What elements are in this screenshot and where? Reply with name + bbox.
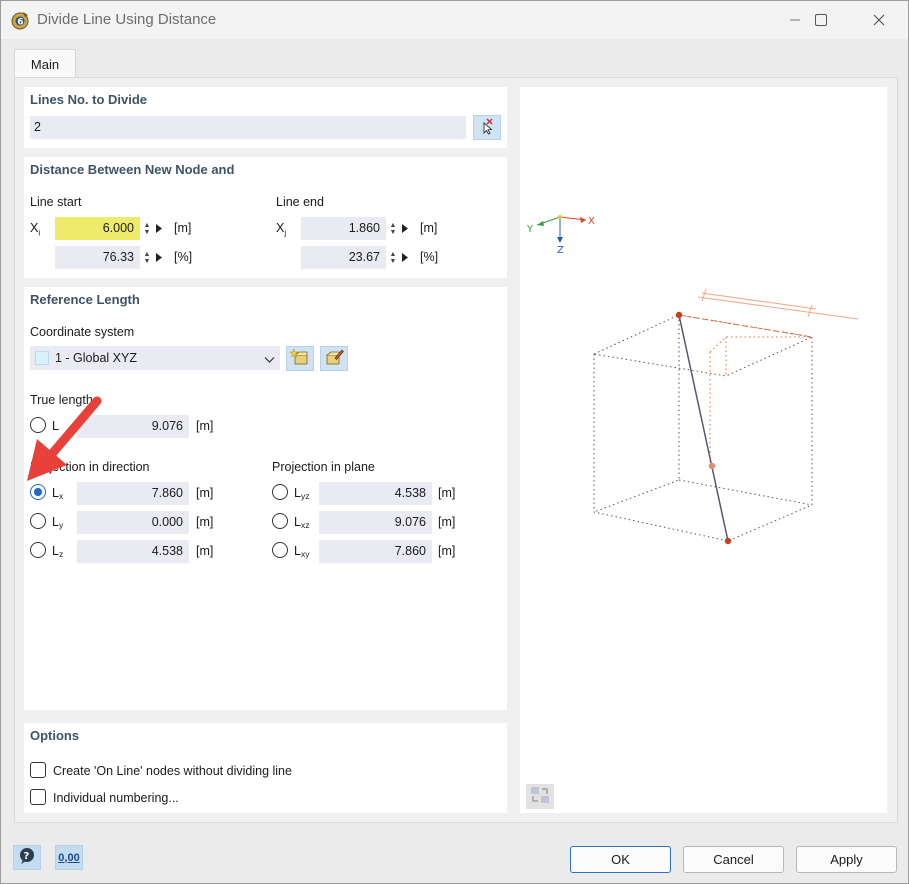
units-button[interactable]: 0,00 — [55, 845, 83, 870]
xi-arrow-right-icon[interactable] — [152, 217, 166, 240]
on-line-nodes-label: Create 'On Line' nodes without dividing … — [53, 764, 292, 778]
new-node — [708, 462, 716, 470]
xj-percent-arrow-right-icon[interactable] — [398, 246, 412, 269]
ok-button[interactable]: OK — [570, 846, 671, 873]
start-node — [675, 311, 683, 319]
lxy-radio-label: Lxy — [294, 544, 310, 559]
divided-line — [678, 314, 729, 542]
true-length-unit: [m] — [196, 419, 214, 433]
coordinate-system-value: 1 - Global XYZ — [55, 351, 137, 365]
lxy-radio[interactable] — [272, 542, 288, 558]
preview-3d-view: X Y Z — [526, 215, 859, 545]
edit-coordinate-system-button[interactable] — [320, 346, 348, 371]
xi-percent-arrow-right-icon[interactable] — [152, 246, 166, 269]
lines-panel-header: Lines No. to Divide — [30, 92, 148, 107]
xi-spinner[interactable]: ▲ ▼ — [142, 217, 152, 240]
pick-cursor-icon — [478, 117, 496, 138]
distance-panel-header: Distance Between New Node and — [30, 162, 235, 177]
xj-percent-unit: [%] — [420, 250, 439, 264]
lxy-unit: [m] — [438, 544, 456, 558]
lz-value: 4.538 — [77, 540, 189, 563]
help-button[interactable]: ? — [13, 845, 41, 870]
projection-plane-label: Projection in plane — [272, 460, 375, 474]
lx-unit: [m] — [196, 486, 214, 500]
xi-distance-input[interactable]: 6.000 — [55, 217, 140, 240]
tab-main[interactable]: Main — [14, 49, 76, 77]
xj-percent-input[interactable]: 23.67 — [301, 246, 386, 269]
lxz-unit: [m] — [438, 515, 456, 529]
pick-line-button[interactable] — [473, 115, 501, 140]
xi-percent-unit: [%] — [174, 250, 193, 264]
individual-numbering-label: Individual numbering... — [53, 791, 179, 805]
new-coordinate-system-button[interactable] — [286, 346, 314, 371]
xj-distance-input[interactable]: 1.860 — [301, 217, 386, 240]
individual-numbering-checkbox[interactable] — [30, 789, 46, 805]
view-options-icon — [530, 786, 550, 807]
close-button[interactable] — [856, 1, 902, 39]
lz-radio[interactable] — [30, 542, 46, 558]
lxz-radio[interactable] — [272, 513, 288, 529]
ly-radio[interactable] — [30, 513, 46, 529]
svg-text:Z: Z — [557, 245, 564, 256]
lyz-radio-label: Lyz — [294, 486, 310, 501]
svg-text:X: X — [588, 216, 595, 227]
lyz-unit: [m] — [438, 486, 456, 500]
svg-text:Y: Y — [526, 224, 534, 235]
help-icon: ? — [18, 847, 36, 868]
xi-unit: [m] — [174, 221, 192, 235]
edit-coordinate-system-icon — [324, 348, 344, 369]
title-bar: 6 Divide Line Using Distance — [1, 1, 908, 39]
dialog-window: 6 Divide Line Using Distance Main Lines … — [0, 0, 909, 884]
color-swatch — [35, 351, 49, 365]
lxy-value: 7.860 — [319, 540, 432, 563]
on-line-nodes-checkbox[interactable] — [30, 762, 46, 778]
window-title: Divide Line Using Distance — [37, 11, 217, 28]
options-header: Options — [30, 728, 80, 743]
lyz-radio[interactable] — [272, 484, 288, 500]
view-options-button[interactable] — [526, 784, 554, 809]
xi-label: Xi — [30, 221, 41, 238]
xj-percent-spinner[interactable]: ▲ ▼ — [388, 246, 398, 269]
annotation-arrow-icon — [27, 396, 102, 481]
line-start-label: Line start — [30, 195, 82, 209]
reference-length-header: Reference Length — [30, 292, 140, 307]
coordinate-system-select[interactable]: 1 - Global XYZ — [30, 346, 280, 370]
svg-text:?: ? — [24, 851, 30, 862]
lz-radio-label: Lz — [52, 544, 64, 559]
chevron-down-icon — [264, 353, 275, 367]
ly-radio-label: Ly — [52, 515, 64, 530]
xj-unit: [m] — [420, 221, 438, 235]
ly-unit: [m] — [196, 515, 214, 529]
xj-label: Xj — [276, 221, 287, 238]
ly-value: 0.000 — [77, 511, 189, 534]
lxz-value: 9.076 — [319, 511, 432, 534]
coordinate-system-label: Coordinate system — [30, 325, 135, 339]
line-end-label: Line end — [276, 195, 324, 209]
lxz-radio-label: Lxz — [294, 515, 310, 530]
app-icon: 6 — [10, 10, 30, 30]
xj-arrow-right-icon[interactable] — [398, 217, 412, 240]
lz-unit: [m] — [196, 544, 214, 558]
xi-percent-input[interactable]: 76.33 — [55, 246, 140, 269]
apply-button[interactable]: Apply — [796, 846, 897, 873]
units-icon: 0,00 — [58, 851, 80, 864]
lyz-value: 4.538 — [319, 482, 432, 505]
axis-triad-icon: X Y Z — [526, 215, 595, 256]
maximize-button[interactable] — [798, 1, 844, 39]
new-coordinate-system-icon — [289, 348, 310, 369]
cancel-button[interactable]: Cancel — [683, 846, 784, 873]
xi-percent-spinner[interactable]: ▲ ▼ — [142, 246, 152, 269]
xj-spinner[interactable]: ▲ ▼ — [388, 217, 398, 240]
svg-text:6: 6 — [17, 18, 23, 28]
end-node — [724, 537, 732, 545]
lines-number-input[interactable]: 2 — [30, 116, 466, 139]
